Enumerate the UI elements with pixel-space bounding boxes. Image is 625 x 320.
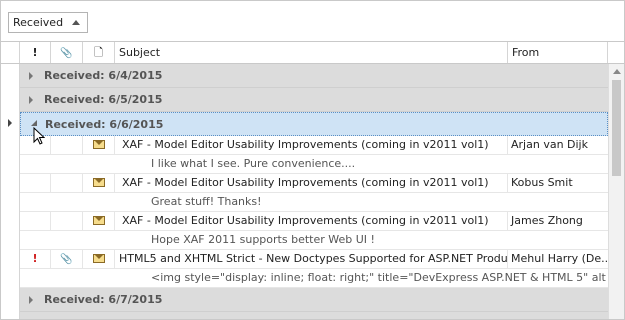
envelope-icon — [92, 177, 105, 187]
type-cell — [83, 136, 115, 154]
attachment-cell — [51, 212, 83, 230]
from-cell: Arjan van Dijk — [511, 138, 588, 151]
group-by-received-chip[interactable]: Received — [8, 12, 88, 33]
from-cell: James Zhong — [511, 214, 583, 227]
preview-row[interactable]: <img style="display: inline; float: righ… — [20, 269, 608, 288]
importance-cell — [20, 212, 51, 230]
envelope-icon — [92, 215, 105, 225]
preview-row[interactable]: Hope XAF 2011 supports better Web UI ! — [20, 231, 608, 250]
group-panel: Received — [1, 1, 624, 42]
group-row-label: Received: 6/7/2015 — [44, 293, 163, 306]
group-row[interactable]: Received: 6/7/2015 — [20, 288, 608, 312]
subject-column-header[interactable]: Subject — [115, 42, 508, 63]
group-row[interactable]: Received: 6/5/2015 — [20, 88, 608, 112]
from-cell: Mehul Harry (De... — [511, 252, 608, 265]
type-cell — [83, 174, 115, 192]
group-row-label: Received: 6/4/2015 — [44, 69, 163, 82]
from-header-label: From — [512, 46, 540, 59]
attachment-column-header[interactable]: 📎 — [51, 42, 83, 63]
group-row-partial[interactable] — [20, 312, 608, 319]
table-row[interactable]: ! 📎 HTML5 and XHTML Strict - New Doctype… — [20, 250, 608, 269]
from-column-header[interactable]: From — [508, 42, 608, 63]
subject-cell: XAF - Model Editor Usability Improvement… — [115, 174, 508, 192]
preview-row[interactable]: Great stuff! Thanks! — [20, 193, 608, 212]
important-flag-icon: ! — [32, 252, 38, 265]
preview-text: Hope XAF 2011 supports better Web UI ! — [151, 233, 375, 246]
importance-icon: ! — [32, 46, 38, 59]
scroll-up-icon[interactable] — [613, 69, 621, 74]
importance-cell: ! — [20, 250, 51, 268]
preview-text: <img style="display: inline; float: righ… — [151, 271, 606, 284]
group-row[interactable]: Received: 6/4/2015 — [20, 64, 608, 88]
envelope-icon — [92, 253, 105, 263]
expand-icon[interactable] — [29, 72, 33, 80]
table-row[interactable]: XAF - Model Editor Usability Improvement… — [20, 136, 608, 155]
attachment-cell — [51, 174, 83, 192]
preview-text: Great stuff! Thanks! — [151, 195, 262, 208]
preview-text: I like what I see. Pure convenience.... — [151, 157, 356, 170]
group-by-label: Received — [13, 16, 64, 29]
subject-cell: XAF - Model Editor Usability Improvement… — [115, 212, 508, 230]
subject-header-label: Subject — [119, 46, 161, 59]
mail-grid-window: Received ! 📎 🗋 Subject From Received: 6/… — [0, 0, 625, 320]
grid-body: Received: 6/4/2015 Received: 6/5/2015 Re… — [20, 64, 608, 319]
column-header-row: ! 📎 🗋 Subject From — [1, 42, 624, 64]
group-row-label: Received: 6/6/2015 — [45, 118, 164, 131]
group-row-selected[interactable]: Received: 6/6/2015 — [20, 112, 608, 136]
table-row[interactable]: XAF - Model Editor Usability Improvement… — [20, 212, 608, 231]
subject-cell: XAF - Model Editor Usability Improvement… — [115, 136, 508, 154]
table-row[interactable]: XAF - Model Editor Usability Improvement… — [20, 174, 608, 193]
paperclip-icon: 📎 — [60, 254, 73, 265]
collapse-icon[interactable] — [31, 120, 37, 126]
importance-column-header[interactable]: ! — [20, 42, 51, 63]
mouse-pointer-icon — [33, 127, 45, 145]
document-icon: 🗋 — [94, 46, 103, 59]
type-cell — [83, 212, 115, 230]
row-indicator-column — [1, 64, 20, 319]
importance-cell — [20, 174, 51, 192]
scrollbar-thumb[interactable] — [612, 80, 621, 176]
paperclip-icon: 📎 — [60, 48, 73, 59]
preview-row[interactable]: I like what I see. Pure convenience.... — [20, 155, 608, 174]
expand-icon[interactable] — [29, 296, 33, 304]
indicator-header — [1, 42, 20, 63]
expand-icon[interactable] — [29, 96, 33, 104]
envelope-icon — [92, 139, 105, 149]
type-column-header[interactable]: 🗋 — [83, 42, 115, 63]
attachment-cell — [51, 136, 83, 154]
focused-row-indicator-icon — [8, 119, 12, 127]
type-cell — [83, 250, 115, 268]
vertical-scrollbar[interactable] — [608, 64, 624, 319]
subject-cell: HTML5 and XHTML Strict - New Doctypes Su… — [115, 250, 508, 268]
attachment-cell: 📎 — [51, 250, 83, 268]
group-row-label: Received: 6/5/2015 — [44, 93, 163, 106]
sort-ascending-icon — [72, 20, 80, 25]
from-cell: Kobus Smit — [511, 176, 573, 189]
